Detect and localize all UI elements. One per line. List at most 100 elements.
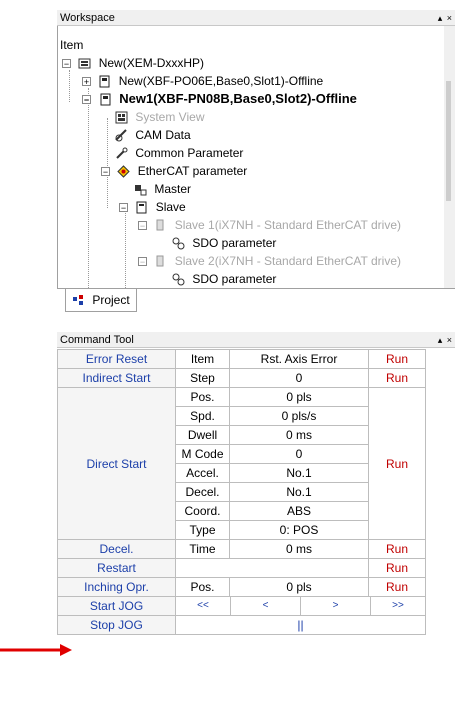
restart-button[interactable]: Restart [57,558,176,578]
table-row: Start JOG << < > >> [57,596,426,616]
workspace-scrollbar[interactable] [444,26,455,288]
inching-operation-button[interactable]: Inching Opr. [57,577,176,597]
ethercat-icon [117,165,131,179]
jog-reverse-button[interactable]: < [231,597,301,615]
tree-item-module-2[interactable]: − New1(XBF-PN08B,Base0,Slot2)-Offline [82,90,357,108]
collapse-icon[interactable]: − [101,167,110,177]
tree-item-label: CAM Data [135,128,191,142]
project-tab-icon [73,295,83,306]
run-button[interactable]: Run [368,539,426,559]
tree-item-label: Master [154,182,192,196]
field-label: Pos. [175,387,230,407]
jog-buttons: << < > >> [175,596,426,616]
field-label: M Code [175,444,230,464]
tree-item-system-view[interactable]: System View [115,108,204,126]
expand-icon[interactable]: + [82,77,91,87]
field-label: Type [175,520,230,540]
project-root-icon [78,58,91,69]
workspace-title: Workspace [60,12,115,24]
tree-item-sdo-parameter-1[interactable]: SDO parameter [172,234,276,252]
error-reset-value[interactable]: Rst. Axis Error [229,349,369,369]
collapse-icon[interactable]: − [138,221,147,231]
jog-fast-reverse-button[interactable]: << [176,597,231,615]
tree-item-label: New(XEM-DxxxHP) [98,56,205,70]
step-value[interactable]: 0 [229,368,369,388]
jog-fast-forward-button[interactable]: >> [371,597,425,615]
accel-value[interactable]: No.1 [229,463,369,483]
red-arrow-annotation [0,644,72,656]
workspace-tree: Item − New(XEM-DxxxHP) + New(XBF-PO06E,B… [57,26,445,288]
jog-forward-button[interactable]: > [301,597,371,615]
tree-item-label: New1(XBF-PN08B,Base0,Slot2)-Offline [119,91,357,106]
tab-project[interactable]: Project [65,289,137,312]
decel-value[interactable]: No.1 [229,482,369,502]
m-code-value[interactable]: 0 [229,444,369,464]
scrollbar-thumb[interactable] [446,81,451,201]
collapse-icon[interactable]: − [138,257,147,267]
run-button[interactable]: Run [368,368,426,388]
field-label: Step [175,368,230,388]
tree-item-master[interactable]: Master [134,180,191,198]
type-value[interactable]: 0: POS [229,520,369,540]
run-button[interactable]: Run [368,387,426,540]
table-row: Stop JOG || [57,615,426,635]
tree-item-ethercat-parameter[interactable]: − EtherCAT parameter [101,162,247,180]
indirect-start-button[interactable]: Indirect Start [57,368,176,388]
tree-item-label: Slave 1(iX7NH - Standard EtherCAT drive) [174,218,401,232]
tree-item-slave[interactable]: − Slave [119,198,186,216]
start-jog-button[interactable]: Start JOG [57,596,176,616]
direct-start-button[interactable]: Direct Start [57,387,176,540]
decel-button[interactable]: Decel. [57,539,176,559]
field-label: Spd. [175,406,230,426]
run-button[interactable]: Run [368,577,426,597]
tree-item-root[interactable]: − New(XEM-DxxxHP) [62,54,204,72]
run-button[interactable]: Run [368,558,426,578]
speed-value[interactable]: 0 pls/s [229,406,369,426]
drive-icon [156,255,164,267]
command-table: Error Reset Item Rst. Axis Error Run Ind… [57,349,426,635]
run-button[interactable]: Run [368,349,426,369]
tree-item-label: Slave 2(iX7NH - Standard EtherCAT drive) [174,254,401,268]
table-row: Error Reset Item Rst. Axis Error Run [57,349,426,369]
sdo-icon [172,273,185,286]
tree-item-module-1[interactable]: + New(XBF-PO06E,Base0,Slot1)-Offline [82,72,323,90]
tree-item-label: System View [135,110,205,124]
field-label: Item [175,349,230,369]
module-icon [99,75,110,88]
tree-item-label: Common Parameter [135,146,244,160]
tree-item-slave-1[interactable]: − Slave 1(iX7NH - Standard EtherCAT driv… [138,216,401,234]
field-label: Accel. [175,463,230,483]
error-reset-button[interactable]: Error Reset [57,349,176,369]
coord-value[interactable]: ABS [229,501,369,521]
tree-column-header: Item [60,38,84,52]
stop-jog-pause-button[interactable]: || [175,615,426,635]
collapse-icon[interactable]: − [62,59,71,69]
tree-item-label: Slave [155,200,186,214]
tree-item-cam-data[interactable]: CAM Data [115,126,191,144]
table-row: Indirect Start Step 0 Run [57,368,426,388]
system-view-icon [115,111,128,124]
inching-pos-value[interactable]: 0 pls [229,577,369,597]
panel-controls[interactable]: ▴ × [438,332,453,348]
tree-item-label: EtherCAT parameter [137,164,248,178]
tree-item-common-parameter[interactable]: Common Parameter [115,144,243,162]
stop-jog-button[interactable]: Stop JOG [57,615,176,635]
master-icon [135,185,147,196]
panel-controls[interactable]: ▴ × [438,10,453,26]
tree-item-sdo-parameter-2[interactable]: SDO parameter [172,270,276,288]
dwell-value[interactable]: 0 ms [229,425,369,445]
tree-item-label: New(XBF-PO06E,Base0,Slot1)-Offline [118,74,324,88]
table-row: Decel. Time 0 ms Run [57,539,426,559]
collapse-icon[interactable]: − [82,95,91,105]
field-label: Pos. [175,577,230,597]
slave-folder-icon [136,201,147,214]
command-tool-side-area [430,349,455,689]
decel-time-value[interactable]: 0 ms [229,539,369,559]
field-label: Time [175,539,230,559]
workspace-title-bar: Workspace ▴ × [57,10,455,26]
pos-value[interactable]: 0 pls [229,387,369,407]
tab-label: Project [92,293,130,307]
tree-item-slave-2[interactable]: − Slave 2(iX7NH - Standard EtherCAT driv… [138,252,401,270]
tree-item-label: SDO parameter [192,272,277,286]
collapse-icon[interactable]: − [119,203,128,213]
